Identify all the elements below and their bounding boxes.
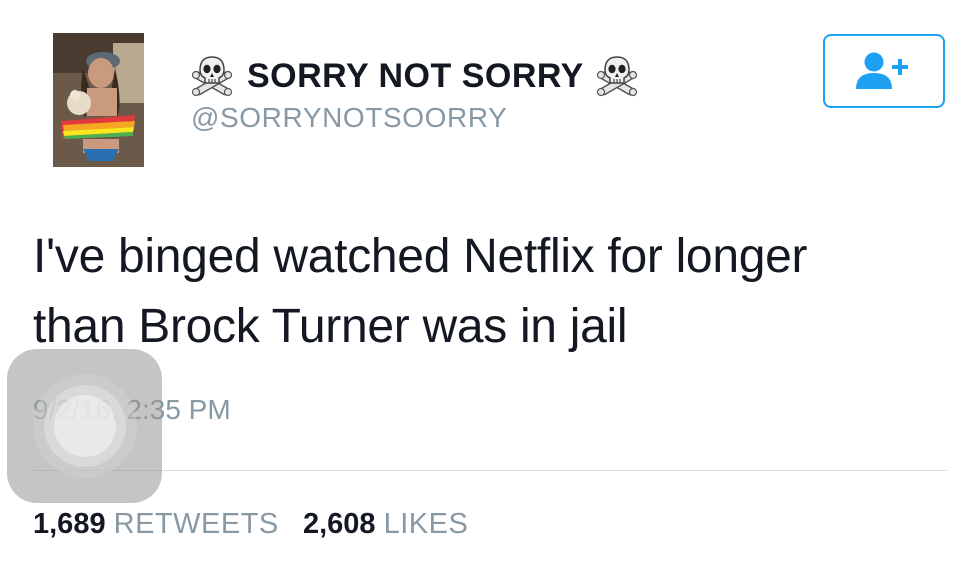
retweets-label: RETWEETS	[113, 508, 279, 540]
retweets-count: 1,689	[33, 508, 106, 540]
retweets-stat[interactable]: 1,689 RETWEETS	[33, 508, 279, 540]
skull-crossbones-icon	[594, 54, 640, 98]
tweet-stats: 1,689 RETWEETS 2,608 LIKES	[33, 508, 468, 541]
divider	[33, 470, 947, 471]
follow-button[interactable]	[823, 34, 945, 108]
user-handle[interactable]: @SORRYNOTSOORRY	[191, 102, 507, 134]
tweet-text-line: than Brock Turner was in jail	[33, 300, 628, 353]
tweet-text: I've binged watched Netflix for longer t…	[33, 222, 933, 362]
likes-count: 2,608	[302, 508, 376, 540]
profile-photo	[53, 33, 144, 167]
likes-label: LIKES	[383, 508, 469, 540]
likes-stat[interactable]: 2,608 LIKES	[303, 508, 468, 540]
skull-crossbones-icon	[189, 54, 235, 98]
assistive-touch-ring-inner	[53, 395, 116, 457]
display-name[interactable]: SORRY NOT SORRY	[247, 57, 584, 96]
assistive-touch-ring-outer	[32, 374, 137, 478]
display-name-row: SORRY NOT SORRY	[189, 52, 640, 100]
tweet-text-line: I've binged watched Netflix for longer	[33, 230, 808, 283]
assistive-touch-icon[interactable]	[7, 349, 162, 503]
assistive-touch-ring-middle	[43, 385, 126, 467]
add-user-icon	[856, 52, 908, 89]
avatar[interactable]	[53, 33, 144, 167]
